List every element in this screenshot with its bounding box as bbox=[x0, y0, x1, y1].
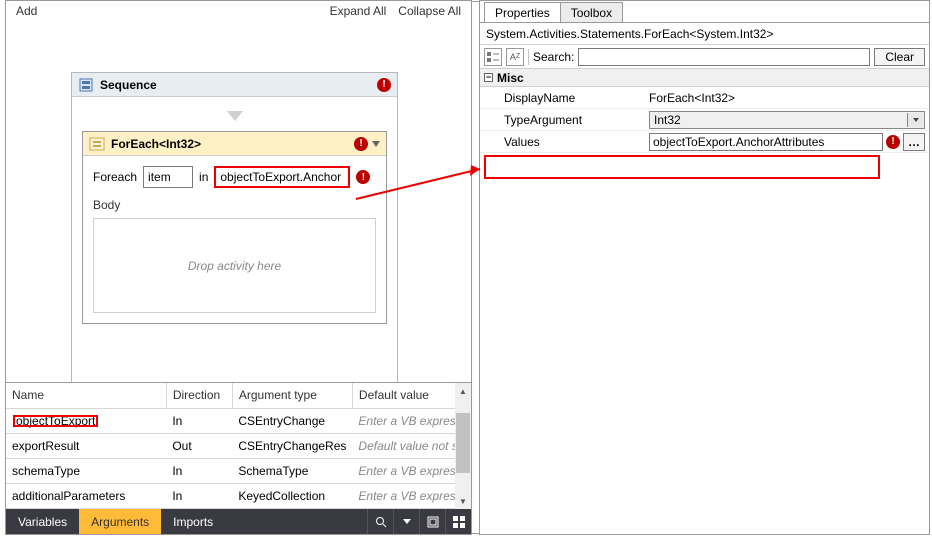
prop-value[interactable]: ForEach<Int32> bbox=[645, 91, 929, 105]
in-keyword: in bbox=[199, 170, 208, 184]
foreach-keyword: Foreach bbox=[93, 170, 137, 184]
overview-icon[interactable] bbox=[445, 509, 471, 534]
foreach-body: Foreach in ! Body Drop activity here bbox=[83, 156, 386, 323]
col-default[interactable]: Default value bbox=[352, 383, 470, 408]
panel-tab-row: Properties Toolbox bbox=[480, 1, 929, 23]
arg-type[interactable]: CSEntryChangeRes bbox=[232, 433, 352, 458]
arguments-grid[interactable]: Name Direction Argument type Default val… bbox=[6, 382, 471, 509]
foreach-title: ForEach<Int32> bbox=[111, 137, 354, 151]
sequence-header[interactable]: Sequence ! bbox=[72, 73, 397, 97]
argument-row[interactable]: exportResultOutCSEntryChangeResDefault v… bbox=[6, 433, 471, 458]
prop-typeargument[interactable]: TypeArgument Int32 bbox=[480, 109, 929, 131]
loop-variable-input[interactable] bbox=[143, 166, 193, 188]
tab-arguments[interactable]: Arguments bbox=[79, 509, 161, 534]
designer-toolbar: Add Expand All Collapse All bbox=[6, 1, 471, 20]
scroll-thumb[interactable] bbox=[456, 413, 470, 473]
property-panel: Properties Toolbox System.Activities.Sta… bbox=[479, 0, 930, 535]
sequence-activity[interactable]: Sequence ! ForEach<Int32> ! bbox=[71, 72, 398, 382]
clear-button[interactable]: Clear bbox=[874, 48, 925, 66]
tab-toolbox[interactable]: Toolbox bbox=[560, 2, 623, 22]
arg-direction[interactable]: Out bbox=[166, 433, 232, 458]
alphabetical-view-icon[interactable]: AZ bbox=[506, 48, 524, 66]
arg-direction[interactable]: In bbox=[166, 483, 232, 508]
ellipsis-button[interactable]: … bbox=[903, 133, 925, 151]
col-type[interactable]: Argument type bbox=[232, 383, 352, 408]
arg-name[interactable]: exportResult bbox=[6, 433, 166, 458]
categorized-view-icon[interactable] bbox=[484, 48, 502, 66]
chevron-down-icon[interactable] bbox=[907, 113, 923, 127]
tab-properties[interactable]: Properties bbox=[484, 2, 561, 22]
values-input[interactable] bbox=[649, 133, 883, 151]
arg-name[interactable]: schemaType bbox=[6, 458, 166, 483]
search-icon[interactable] bbox=[367, 509, 393, 534]
prop-label: DisplayName bbox=[480, 91, 645, 105]
body-label: Body bbox=[93, 198, 376, 212]
tab-variables[interactable]: Variables bbox=[6, 509, 79, 534]
foreach-header[interactable]: ForEach<Int32> ! bbox=[83, 132, 386, 156]
prop-label: Values bbox=[480, 135, 645, 149]
collapse-toggle-icon[interactable] bbox=[372, 141, 380, 147]
collapse-icon[interactable]: − bbox=[484, 73, 493, 82]
zoom-dropdown[interactable] bbox=[393, 509, 419, 534]
drop-target-top-icon[interactable] bbox=[227, 111, 243, 121]
sequence-icon bbox=[78, 77, 94, 93]
arg-default[interactable]: Default value not su bbox=[352, 433, 470, 458]
selected-type-label: System.Activities.Statements.ForEach<Sys… bbox=[480, 23, 929, 45]
argument-row[interactable]: objectToExportInCSEntryChangeEnter a VB … bbox=[6, 408, 471, 433]
arg-name[interactable]: objectToExport bbox=[6, 408, 166, 433]
designer-canvas[interactable]: Sequence ! ForEach<Int32> ! bbox=[6, 20, 471, 382]
col-name[interactable]: Name bbox=[6, 383, 166, 408]
arg-type[interactable]: SchemaType bbox=[232, 458, 352, 483]
fit-to-screen-icon[interactable] bbox=[419, 509, 445, 534]
type-select-value: Int32 bbox=[654, 113, 681, 127]
prop-label: TypeArgument bbox=[480, 113, 645, 127]
error-icon[interactable]: ! bbox=[377, 78, 391, 92]
argument-row[interactable]: schemaTypeInSchemaTypeEnter a VB express bbox=[6, 458, 471, 483]
add-link[interactable]: Add bbox=[10, 4, 43, 18]
expand-all-link[interactable]: Expand All bbox=[324, 4, 393, 18]
property-search-input[interactable] bbox=[578, 48, 870, 66]
error-icon[interactable]: ! bbox=[886, 135, 900, 149]
arg-default[interactable]: Enter a VB express bbox=[352, 458, 470, 483]
type-select[interactable]: Int32 bbox=[649, 111, 925, 129]
arg-type[interactable]: CSEntryChange bbox=[232, 408, 352, 433]
arg-default[interactable]: Enter a VB express bbox=[352, 483, 470, 508]
arg-type[interactable]: KeyedCollection bbox=[232, 483, 352, 508]
arg-name[interactable]: additionalParameters bbox=[6, 483, 166, 508]
workflow-designer: Add Expand All Collapse All Sequence ! bbox=[5, 0, 472, 535]
property-toolbar: AZ Search: Clear bbox=[480, 45, 929, 69]
arg-default[interactable]: Enter a VB express bbox=[352, 408, 470, 433]
drop-hint: Drop activity here bbox=[188, 259, 281, 273]
search-label: Search: bbox=[533, 50, 574, 64]
foreach-icon bbox=[89, 136, 105, 152]
arg-direction[interactable]: In bbox=[166, 408, 232, 433]
dock-splitter[interactable] bbox=[471, 1, 479, 534]
panel-tabs: Variables Arguments Imports bbox=[6, 509, 471, 534]
collection-expression-input[interactable] bbox=[214, 166, 350, 188]
values-highlight bbox=[484, 155, 880, 179]
prop-values[interactable]: Values ! … bbox=[480, 131, 929, 153]
prop-value-wrap: ! … bbox=[645, 133, 929, 151]
foreach-expression-row: Foreach in ! bbox=[93, 166, 376, 188]
scroll-up-button[interactable]: ▲ bbox=[455, 383, 471, 399]
grid-scrollbar[interactable]: ▲ ▼ bbox=[455, 383, 471, 509]
error-icon[interactable]: ! bbox=[354, 137, 368, 151]
body-drop-zone[interactable]: Drop activity here bbox=[93, 218, 376, 313]
argument-row[interactable]: additionalParametersInKeyedCollectionEnt… bbox=[6, 483, 471, 508]
tab-imports[interactable]: Imports bbox=[161, 509, 225, 534]
collapse-all-link[interactable]: Collapse All bbox=[392, 4, 467, 18]
scroll-down-button[interactable]: ▼ bbox=[455, 493, 471, 509]
foreach-activity[interactable]: ForEach<Int32> ! Foreach in ! Body bbox=[82, 131, 387, 324]
misc-label: Misc bbox=[497, 71, 524, 85]
col-direction[interactable]: Direction bbox=[166, 383, 232, 408]
error-icon[interactable]: ! bbox=[356, 170, 370, 184]
prop-value[interactable]: Int32 bbox=[645, 111, 929, 129]
sequence-body: ForEach<Int32> ! Foreach in ! Body bbox=[72, 97, 397, 332]
misc-category-header[interactable]: − Misc bbox=[480, 69, 929, 87]
prop-displayname[interactable]: DisplayName ForEach<Int32> bbox=[480, 87, 929, 109]
sequence-title: Sequence bbox=[100, 78, 377, 92]
arg-direction[interactable]: In bbox=[166, 458, 232, 483]
